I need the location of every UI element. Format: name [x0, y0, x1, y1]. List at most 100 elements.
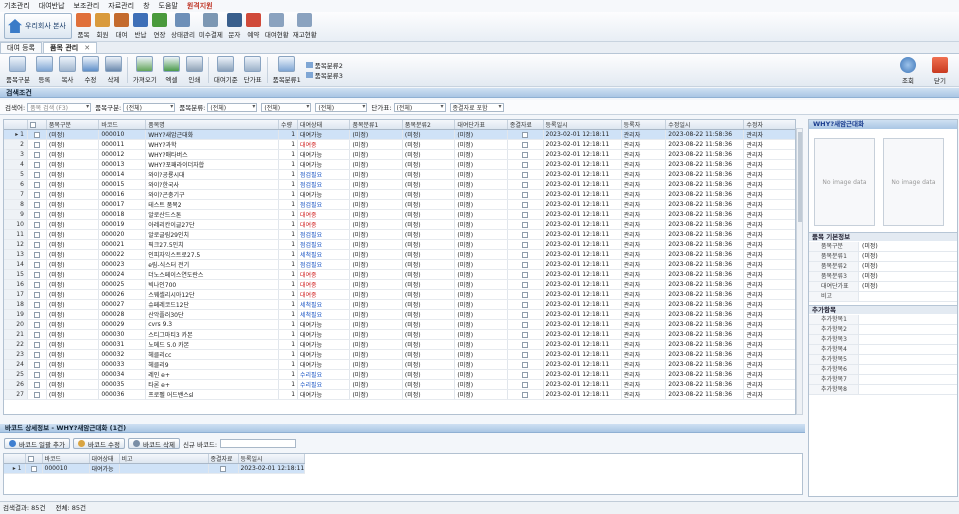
- row-checkbox-cell[interactable]: [27, 279, 47, 290]
- closed-checkbox[interactable]: [522, 171, 529, 178]
- closed-checkbox[interactable]: [522, 371, 529, 378]
- menu-remote-support[interactable]: 원격지원: [187, 1, 213, 11]
- row-checkbox[interactable]: [33, 201, 40, 208]
- row-checkbox[interactable]: [33, 151, 40, 158]
- row-checkbox[interactable]: [30, 465, 37, 472]
- closed-checkbox-cell[interactable]: [507, 389, 544, 400]
- row-checkbox[interactable]: [33, 281, 40, 288]
- closed-checkbox-cell[interactable]: [507, 289, 544, 300]
- column-header[interactable]: 등록일시: [543, 120, 622, 130]
- menu-item[interactable]: 창: [143, 1, 149, 11]
- ribbon-return-button[interactable]: 반납: [131, 13, 150, 41]
- closed-checkbox-cell[interactable]: [507, 379, 544, 390]
- closed-checkbox[interactable]: [522, 381, 529, 388]
- row-checkbox[interactable]: [33, 351, 40, 358]
- image-box-1[interactable]: No image data: [814, 138, 875, 226]
- row-checkbox[interactable]: [33, 141, 40, 148]
- table-row[interactable]: 2 (미정) 000011 WHY?과학 1 대여중 (미정) (미정) (미정) 2023-02…: [4, 139, 795, 150]
- row-checkbox-cell[interactable]: [27, 299, 47, 310]
- toolbar-item-class1-button[interactable]: 품목분류1: [270, 56, 304, 84]
- extra-info-row[interactable]: 추가항목3: [809, 335, 957, 345]
- table-row[interactable]: 16 (미정) 000025 빅나인700 1 대여중 (미정) (미정) (미정) 2023-0…: [4, 279, 795, 290]
- closed-checkbox-cell[interactable]: [507, 159, 544, 170]
- keyword-input[interactable]: 품목 검색 (F3): [27, 102, 92, 112]
- column-header[interactable]: 바코드: [42, 454, 90, 464]
- grid-vertical-scrollbar[interactable]: [796, 128, 803, 415]
- closed-checkbox[interactable]: [220, 465, 226, 472]
- extra-info-row[interactable]: 추가항목5: [809, 355, 957, 365]
- basic-info-row[interactable]: 비고: [809, 292, 957, 302]
- table-row[interactable]: 5 (미정) 000014 와이?공룡시대 1 점검필요 (미정) (미정) (미정) 2023-…: [4, 169, 795, 180]
- row-checkbox-cell[interactable]: [27, 209, 47, 220]
- row-checkbox[interactable]: [33, 371, 40, 378]
- item-class-link[interactable]: 품목분류2: [305, 60, 343, 70]
- row-checkbox-cell[interactable]: [27, 339, 47, 350]
- closed-checkbox[interactable]: [522, 361, 529, 368]
- closed-checkbox-cell[interactable]: [208, 463, 239, 474]
- table-row[interactable]: 3 (미정) 000012 WHY?매타버스 1 대여가능 (미정) (미정) (미정) 2023…: [4, 149, 795, 160]
- column-header[interactable]: 등록일시: [238, 454, 305, 464]
- item-grid[interactable]: 품목구분 바코드 품목명 수량 대여상태 품목분류1 품목분류2 대여단가표 종결자료 등록일시 등…: [3, 119, 796, 415]
- class3-select[interactable]: (전체): [315, 102, 368, 112]
- row-checkbox[interactable]: [33, 381, 40, 388]
- ribbon-phone-button[interactable]: 문자: [225, 13, 244, 41]
- toolbar-excel-button[interactable]: 엑셀: [160, 56, 183, 84]
- table-row[interactable]: 13 (미정) 000022 인피자익스트로27.5 1 세척필요 (미정) (미정) (미정)…: [4, 249, 795, 260]
- toolbar-price-table-button[interactable]: 단가표: [241, 56, 265, 84]
- column-header[interactable]: 종결자료: [208, 454, 239, 464]
- row-checkbox[interactable]: [33, 271, 40, 278]
- ribbon-calendar-button[interactable]: 예약: [244, 13, 263, 41]
- closed-checkbox[interactable]: [522, 141, 529, 148]
- class1-select[interactable]: (전체): [207, 102, 258, 112]
- extra-info-header[interactable]: 추가항목: [809, 305, 957, 314]
- row-checkbox[interactable]: [33, 191, 40, 198]
- price-table-select[interactable]: (전체): [393, 102, 446, 112]
- image-box-2[interactable]: No image data: [883, 138, 944, 226]
- row-checkbox-cell[interactable]: [27, 219, 47, 230]
- extra-info-row[interactable]: 추가항목1: [809, 315, 957, 325]
- table-row[interactable]: 10 (미정) 000019 아레리칸이글27단 1 대여중 (미정) (미정) (미정) 202…: [4, 219, 795, 230]
- closed-checkbox-cell[interactable]: [507, 179, 544, 190]
- row-checkbox-cell[interactable]: [27, 269, 47, 280]
- table-row[interactable]: 18 (미정) 000027 슈페레코드12단 1 세척필요 (미정) (미정) (미정) 202…: [4, 299, 795, 310]
- basic-info-header[interactable]: 품목 기본정보: [809, 232, 957, 241]
- closed-checkbox-cell[interactable]: [507, 189, 544, 200]
- scrollbar-thumb[interactable]: [798, 132, 802, 222]
- closed-checkbox[interactable]: [522, 391, 529, 398]
- row-checkbox[interactable]: [33, 171, 40, 178]
- column-header[interactable]: 수정자: [743, 120, 795, 130]
- column-header[interactable]: 종결자료: [507, 120, 544, 130]
- menu-item[interactable]: 기초관리: [4, 1, 30, 11]
- row-checkbox-cell[interactable]: [25, 463, 43, 474]
- closed-checkbox[interactable]: [522, 351, 529, 358]
- close-icon[interactable]: ✕: [84, 44, 90, 52]
- column-header[interactable]: 비고: [119, 454, 209, 464]
- closed-checkbox[interactable]: [522, 281, 529, 288]
- closed-checkbox[interactable]: [522, 131, 529, 138]
- extra-info-row[interactable]: 추가항목4: [809, 345, 957, 355]
- closed-checkbox[interactable]: [522, 161, 529, 168]
- closed-checkbox-cell[interactable]: [507, 339, 544, 350]
- row-checkbox[interactable]: [33, 241, 40, 248]
- column-header[interactable]: 수량: [278, 120, 299, 130]
- closed-checkbox-cell[interactable]: [507, 279, 544, 290]
- row-checkbox-cell[interactable]: [27, 129, 47, 140]
- closed-checkbox-cell[interactable]: [507, 149, 544, 160]
- item-class-link[interactable]: 품목분류3: [305, 70, 343, 80]
- table-row[interactable]: 20 (미정) 000029 cvrs 9.3 1 대여가능 (미정) (미정) (미정) 202…: [4, 319, 795, 330]
- column-header[interactable]: 대여상태: [297, 120, 351, 130]
- closed-checkbox-cell[interactable]: [507, 199, 544, 210]
- closed-checkbox-cell[interactable]: [507, 259, 544, 270]
- row-checkbox[interactable]: [33, 211, 40, 218]
- menu-item[interactable]: 자료관리: [108, 1, 134, 11]
- closed-checkbox[interactable]: [522, 181, 529, 188]
- table-row[interactable]: 14 (미정) 000023 e림-식스터 전기 1 점검필요 (미정) (미정) (미정) 20…: [4, 259, 795, 270]
- row-checkbox[interactable]: [33, 341, 40, 348]
- column-header[interactable]: 품목명: [145, 120, 280, 130]
- row-checkbox-cell[interactable]: [27, 199, 47, 210]
- closed-checkbox-cell[interactable]: [507, 239, 544, 250]
- table-row[interactable]: 21 (미정) 000030 스티그마티3 카본 1 대여가능 (미정) (미정) (미정) 20…: [4, 329, 795, 340]
- row-checkbox[interactable]: [33, 221, 40, 228]
- closed-checkbox-cell[interactable]: [507, 309, 544, 320]
- row-checkbox[interactable]: [33, 231, 40, 238]
